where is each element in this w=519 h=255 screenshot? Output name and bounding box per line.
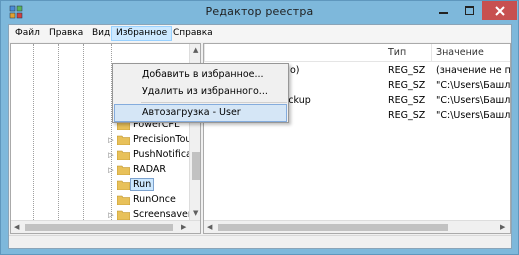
menu-favorites[interactable]: Избранное — [111, 26, 173, 41]
folder-icon — [117, 195, 130, 205]
minimize-icon — [438, 12, 448, 14]
value-type: REG_SZ — [388, 80, 426, 91]
list-header: Тип Значение — [204, 44, 510, 62]
folder-icon — [117, 180, 130, 190]
maximize-button[interactable] — [456, 1, 482, 20]
favorites-dropdown: Добавить в избранное... Удалить из избра… — [112, 63, 289, 123]
menu-bar: Файл Правка Вид Избранное Справка — [9, 25, 511, 42]
value-type: REG_SZ — [388, 65, 426, 76]
folder-icon — [117, 210, 130, 220]
expand-arrow-icon[interactable]: ▷ — [107, 147, 115, 162]
value-name: о) — [290, 65, 300, 76]
tree-item[interactable]: ▷ PrecisionTou — [107, 132, 191, 147]
tree-item-label: Run — [129, 178, 155, 191]
value-data: "C:\Users\Башлак\A — [436, 95, 510, 106]
minimize-button[interactable] — [430, 1, 456, 20]
tree-item[interactable]: RunOnce — [107, 192, 176, 207]
add-favorite-item[interactable]: Добавить в избранное... — [114, 66, 287, 84]
tree-item-label: RADAR — [133, 164, 166, 175]
tree-horizontal-scrollbar[interactable]: ◀ ▶ — [11, 220, 200, 233]
close-button[interactable] — [482, 1, 517, 20]
scroll-right-icon[interactable]: ▶ — [500, 223, 505, 231]
value-type: REG_SZ — [388, 95, 426, 106]
scroll-left-icon[interactable]: ◀ — [207, 223, 212, 231]
maximize-icon — [464, 6, 474, 15]
scroll-thumb[interactable] — [192, 152, 200, 180]
scroll-thumb[interactable] — [218, 224, 448, 231]
list-horizontal-scrollbar[interactable]: ◀ ▶ — [204, 220, 510, 233]
scroll-left-icon[interactable]: ◀ — [14, 223, 19, 231]
favorite-autorun-user[interactable]: Автозагрузка - User — [114, 104, 287, 122]
menu-help[interactable]: Справка — [169, 26, 217, 41]
scroll-down-icon[interactable]: ▼ — [193, 209, 198, 217]
tree-guide-line — [83, 44, 84, 220]
tree-item-label: RunOnce — [133, 194, 176, 205]
value-type: REG_SZ — [388, 110, 426, 121]
scroll-thumb[interactable] — [25, 224, 173, 231]
column-type[interactable]: Тип — [388, 47, 406, 58]
close-icon — [494, 5, 505, 16]
folder-icon — [117, 135, 130, 145]
tree-item-label: PushNotifica — [133, 149, 192, 160]
folder-icon — [117, 150, 130, 160]
tree-guide-line — [33, 44, 34, 220]
tree-item[interactable]: ▷ PushNotifica — [107, 147, 192, 162]
column-value[interactable]: Значение — [436, 47, 484, 58]
scroll-up-icon[interactable]: ▲ — [193, 46, 198, 54]
value-data: "C:\Users\Башлак\A — [436, 80, 510, 91]
menu-file[interactable]: Файл — [11, 26, 44, 41]
expand-arrow-icon[interactable]: ▷ — [107, 132, 115, 147]
tree-item[interactable]: Run — [107, 177, 155, 192]
remove-favorite-item[interactable]: Удалить из избранного... — [114, 83, 287, 101]
value-data: "C:\Users\Башлак\A — [436, 110, 510, 121]
menu-separator — [141, 102, 287, 103]
registry-editor-window: Редактор реестра Файл Правка Вид Избранн… — [0, 0, 519, 255]
status-bar — [9, 235, 511, 248]
expand-arrow-icon[interactable]: ▷ — [107, 162, 115, 177]
value-data: (значение не присв — [436, 65, 510, 76]
client-area: Файл Правка Вид Избранное Справка PowerC… — [8, 24, 512, 249]
scroll-right-icon[interactable]: ▶ — [181, 223, 186, 231]
menu-edit[interactable]: Правка — [45, 26, 87, 41]
tree-item-label: Screensavers — [133, 209, 197, 220]
tree-item-label: PrecisionTou — [133, 134, 192, 145]
tree-item[interactable]: ▷ RADAR — [107, 162, 166, 177]
folder-icon — [117, 165, 130, 175]
tree-guide-line — [58, 44, 59, 220]
title-bar[interactable]: Редактор реестра — [1, 1, 518, 23]
